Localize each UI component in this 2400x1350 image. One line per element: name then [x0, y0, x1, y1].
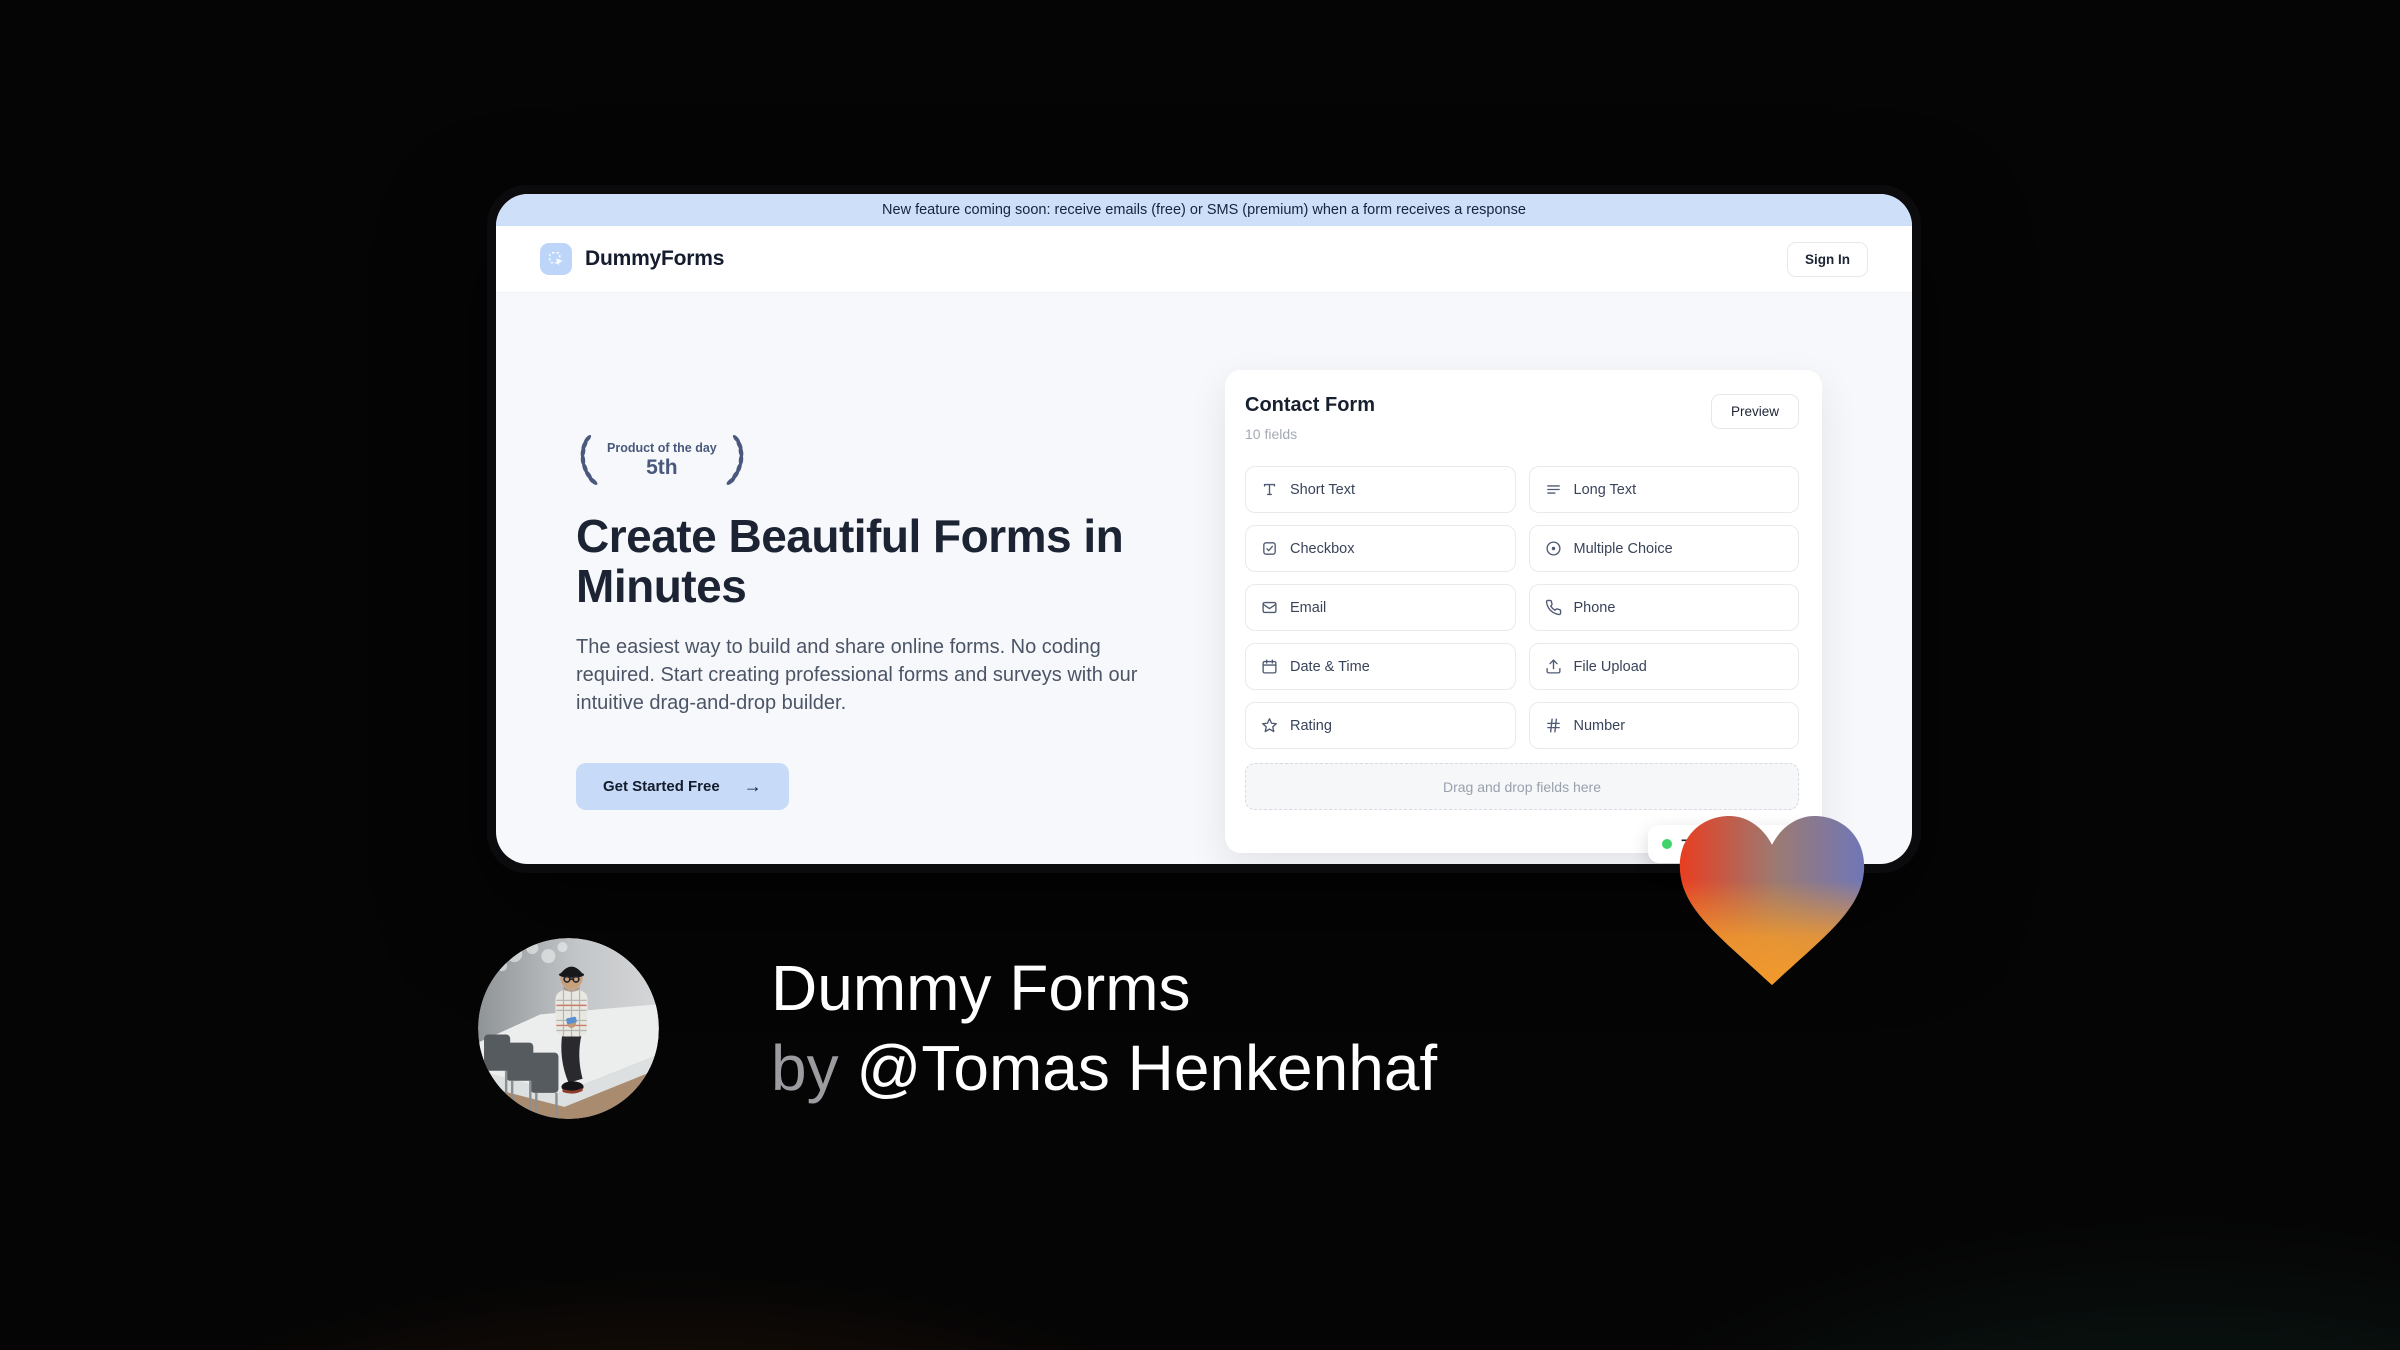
gradient-heart-icon — [1679, 816, 1865, 985]
field-label: File Upload — [1573, 658, 1647, 675]
field-label: Short Text — [1290, 481, 1356, 498]
green-status-dot-icon — [1662, 839, 1672, 849]
field-type-long-text[interactable]: Long Text — [1528, 466, 1799, 513]
laurel-right-icon — [726, 434, 744, 485]
laurel-left-icon — [580, 434, 598, 485]
brand-name: DummyForms — [585, 247, 725, 270]
arrow-right-icon: → — [743, 776, 762, 797]
potd-rank: 5th — [646, 455, 678, 479]
form-builder-card: Contact Form 10 fields Preview Short Tex… — [1225, 370, 1822, 853]
announcement-banner: New feature coming soon: receive emails … — [496, 194, 1912, 226]
upload-icon — [1545, 659, 1561, 674]
field-type-checkbox[interactable]: Checkbox — [1245, 525, 1516, 572]
phone-icon — [1545, 599, 1561, 616]
field-label: Long Text — [1573, 481, 1637, 498]
field-label: Number — [1573, 717, 1626, 734]
field-type-rating[interactable]: Rating — [1245, 702, 1516, 749]
brand: DummyForms — [540, 243, 724, 275]
brand-logo-icon — [540, 243, 572, 275]
caption-byline-prefix: by — [771, 1032, 857, 1104]
caption-byline: by @Tomas Henkenhaf — [771, 1028, 1437, 1108]
field-type-file-upload[interactable]: File Upload — [1528, 643, 1799, 690]
field-type-multiple-choice[interactable]: Multiple Choice — [1528, 525, 1799, 572]
browser-window-content: New feature coming soon: receive emails … — [496, 194, 1912, 864]
field-label: Phone — [1573, 599, 1616, 616]
long-text-icon — [1546, 485, 1560, 494]
field-type-phone[interactable]: Phone — [1528, 584, 1799, 631]
hash-icon — [1546, 718, 1560, 733]
field-type-short-text[interactable]: Short Text — [1245, 466, 1516, 513]
hero-left-column: Product of the day 5th Create Beautiful … — [576, 434, 1236, 811]
drag-drop-text: Drag and drop fields here — [1443, 778, 1601, 795]
author-avatar-illustration — [478, 938, 659, 1119]
field-label: Checkbox — [1290, 540, 1355, 557]
field-label: Rating — [1290, 717, 1332, 734]
field-type-email[interactable]: Email — [1245, 584, 1516, 631]
site-header: DummyForms Sign In — [496, 226, 1912, 293]
get-started-button[interactable]: Get Started Free → — [576, 763, 789, 811]
hero-section: Product of the day 5th Create Beautiful … — [496, 293, 1912, 864]
checkbox-icon — [1263, 542, 1276, 555]
field-type-number[interactable]: Number — [1528, 702, 1799, 749]
field-label: Multiple Choice — [1573, 540, 1673, 557]
field-label: Date & Time — [1290, 658, 1370, 675]
browser-window: New feature coming soon: receive emails … — [487, 185, 1921, 873]
get-started-label: Get Started Free — [603, 778, 720, 796]
calendar-icon — [1262, 659, 1277, 674]
hero-description: The easiest way to build and share onlin… — [576, 636, 1138, 715]
caption: Dummy Forms by @Tomas Henkenhaf — [771, 948, 1437, 1108]
potd-label: Product of the day — [607, 440, 717, 455]
dashed-selection-cursor-icon — [549, 252, 563, 266]
form-field-count: 10 fields — [1245, 426, 1298, 442]
product-of-the-day-text: Product of the day 5th — [607, 441, 717, 480]
star-icon — [1262, 718, 1277, 733]
field-type-date-time[interactable]: Date & Time — [1245, 643, 1516, 690]
caption-title: Dummy Forms — [771, 952, 1191, 1024]
envelope-icon — [1262, 601, 1277, 614]
announcement-text: New feature coming soon: receive emails … — [882, 202, 1526, 218]
form-builder-header: Contact Form 10 fields Preview — [1245, 394, 1799, 442]
form-title: Contact Form — [1245, 394, 1375, 416]
product-of-the-day-badge: Product of the day 5th — [576, 434, 748, 486]
short-text-icon — [1263, 483, 1276, 496]
drag-drop-zone[interactable]: Drag and drop fields here — [1245, 763, 1799, 810]
field-type-grid: Short Text Long Text Checkbox Multiple C… — [1245, 466, 1799, 749]
form-title-block: Contact Form 10 fields — [1245, 394, 1375, 442]
caption-byline-handle: @Tomas Henkenhaf — [856, 1032, 1438, 1104]
preview-button[interactable]: Preview — [1710, 394, 1799, 429]
field-label: Email — [1290, 599, 1327, 616]
sign-in-button[interactable]: Sign In — [1787, 241, 1868, 277]
hero-headline: Create Beautiful Forms in Minutes — [576, 510, 1124, 612]
author-avatar — [478, 938, 659, 1119]
radio-icon — [1545, 541, 1561, 556]
